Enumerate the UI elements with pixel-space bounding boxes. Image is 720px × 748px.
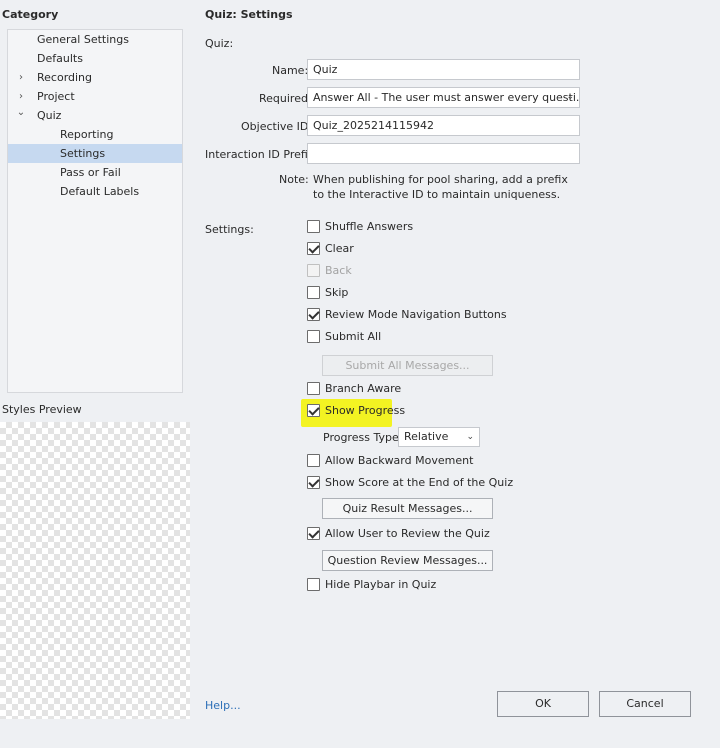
checkbox-label: Show Score at the End of the Quiz (325, 476, 514, 489)
tree-item-reporting[interactable]: Reporting (8, 125, 182, 144)
chevron-down-icon[interactable]: ⌄ (16, 103, 26, 122)
tree-item-label: Recording (37, 71, 93, 84)
required-select[interactable]: Answer All - The user must answer every … (307, 87, 580, 108)
checkbox-box[interactable] (307, 330, 320, 343)
checkbox-box[interactable] (307, 404, 320, 417)
name-label: Name: (272, 64, 309, 77)
styles-preview-label: Styles Preview (2, 403, 82, 416)
tree-item-settings[interactable]: Settings (8, 144, 182, 163)
chevron-down-icon: ⌄ (566, 92, 574, 102)
checkbox-label: Branch Aware (325, 382, 402, 395)
required-label: Required: (259, 92, 312, 105)
interaction-id-prefix-label: Interaction ID Prefix: (205, 148, 319, 161)
quiz-section-label: Quiz: (205, 37, 234, 50)
checkbox-box[interactable] (307, 242, 320, 255)
category-tree: General Settings Defaults › Recording › … (7, 29, 183, 393)
objective-id-input[interactable]: Quiz_2025214115942 (307, 115, 580, 136)
category-header: Category (2, 8, 59, 21)
note-line: When publishing for pool sharing, add a … (313, 173, 568, 186)
note-line: to the Interactive ID to maintain unique… (313, 188, 561, 201)
chevron-down-icon: ⌄ (466, 432, 474, 442)
checkbox-box[interactable] (307, 308, 320, 321)
tree-item-project[interactable]: › Project (8, 87, 182, 106)
checkbox-label: Skip (325, 286, 349, 299)
checkbox-box[interactable] (307, 527, 320, 540)
tree-item-label: Quiz (37, 109, 62, 122)
checkbox-label: Allow User to Review the Quiz (325, 527, 490, 540)
checkbox-box[interactable] (307, 220, 320, 233)
tree-item-pass-or-fail[interactable]: Pass or Fail (8, 163, 182, 182)
checkbox-label: Show Progress (325, 404, 406, 417)
quiz-result-messages-button[interactable]: Quiz Result Messages... (322, 498, 493, 519)
tree-item-label: General Settings (37, 33, 129, 46)
checkbox-label: Shuffle Answers (325, 220, 414, 233)
tree-item-label: Reporting (60, 128, 114, 141)
checkbox-label: Back (325, 264, 352, 277)
question-review-messages-button[interactable]: Question Review Messages... (322, 550, 493, 571)
tree-item-label: Project (37, 90, 75, 103)
checkbox-box[interactable] (307, 382, 320, 395)
styles-preview-canvas (0, 422, 190, 719)
tree-item-label: Pass or Fail (60, 166, 121, 179)
settings-label: Settings: (205, 223, 254, 236)
objective-id-label: Objective ID: (241, 120, 313, 133)
tree-item-label: Defaults (37, 52, 83, 65)
checkbox-box (307, 264, 320, 277)
note-text: When publishing for pool sharing, add a … (313, 172, 568, 202)
checkbox-box[interactable] (307, 578, 320, 591)
checkbox-box[interactable] (307, 476, 320, 489)
checkbox-label: Hide Playbar in Quiz (325, 578, 437, 591)
cancel-button[interactable]: Cancel (599, 691, 691, 717)
help-link[interactable]: Help... (205, 699, 241, 712)
tree-item-recording[interactable]: › Recording (8, 68, 182, 87)
interaction-id-prefix-input[interactable] (307, 143, 580, 164)
tree-item-quiz[interactable]: ⌄ Quiz (8, 106, 182, 125)
checkbox-label: Clear (325, 242, 354, 255)
checkbox-label: Allow Backward Movement (325, 454, 474, 467)
checkbox-label: Submit All (325, 330, 382, 343)
tree-item-general-settings[interactable]: General Settings (8, 30, 182, 49)
tree-item-label: Default Labels (60, 185, 140, 198)
ok-button[interactable]: OK (497, 691, 589, 717)
checkbox-box[interactable] (307, 454, 320, 467)
tree-item-default-labels[interactable]: Default Labels (8, 182, 182, 201)
progress-type-select[interactable]: Relative ⌄ (398, 427, 480, 447)
tree-item-label: Settings (60, 147, 106, 160)
note-label: Note: (279, 173, 309, 186)
progress-type-label: Progress Type: (323, 431, 403, 444)
checkbox-box[interactable] (307, 286, 320, 299)
chevron-right-icon[interactable]: › (16, 68, 26, 87)
progress-type-value: Relative (404, 430, 449, 443)
name-input[interactable]: Quiz (307, 59, 580, 80)
checkbox-label: Review Mode Navigation Buttons (325, 308, 507, 321)
tree-item-defaults[interactable]: Defaults (8, 49, 182, 68)
required-select-value: Answer All - The user must answer every … (313, 91, 580, 104)
panel-title: Quiz: Settings (205, 8, 293, 21)
submit-all-messages-button: Submit All Messages... (322, 355, 493, 376)
